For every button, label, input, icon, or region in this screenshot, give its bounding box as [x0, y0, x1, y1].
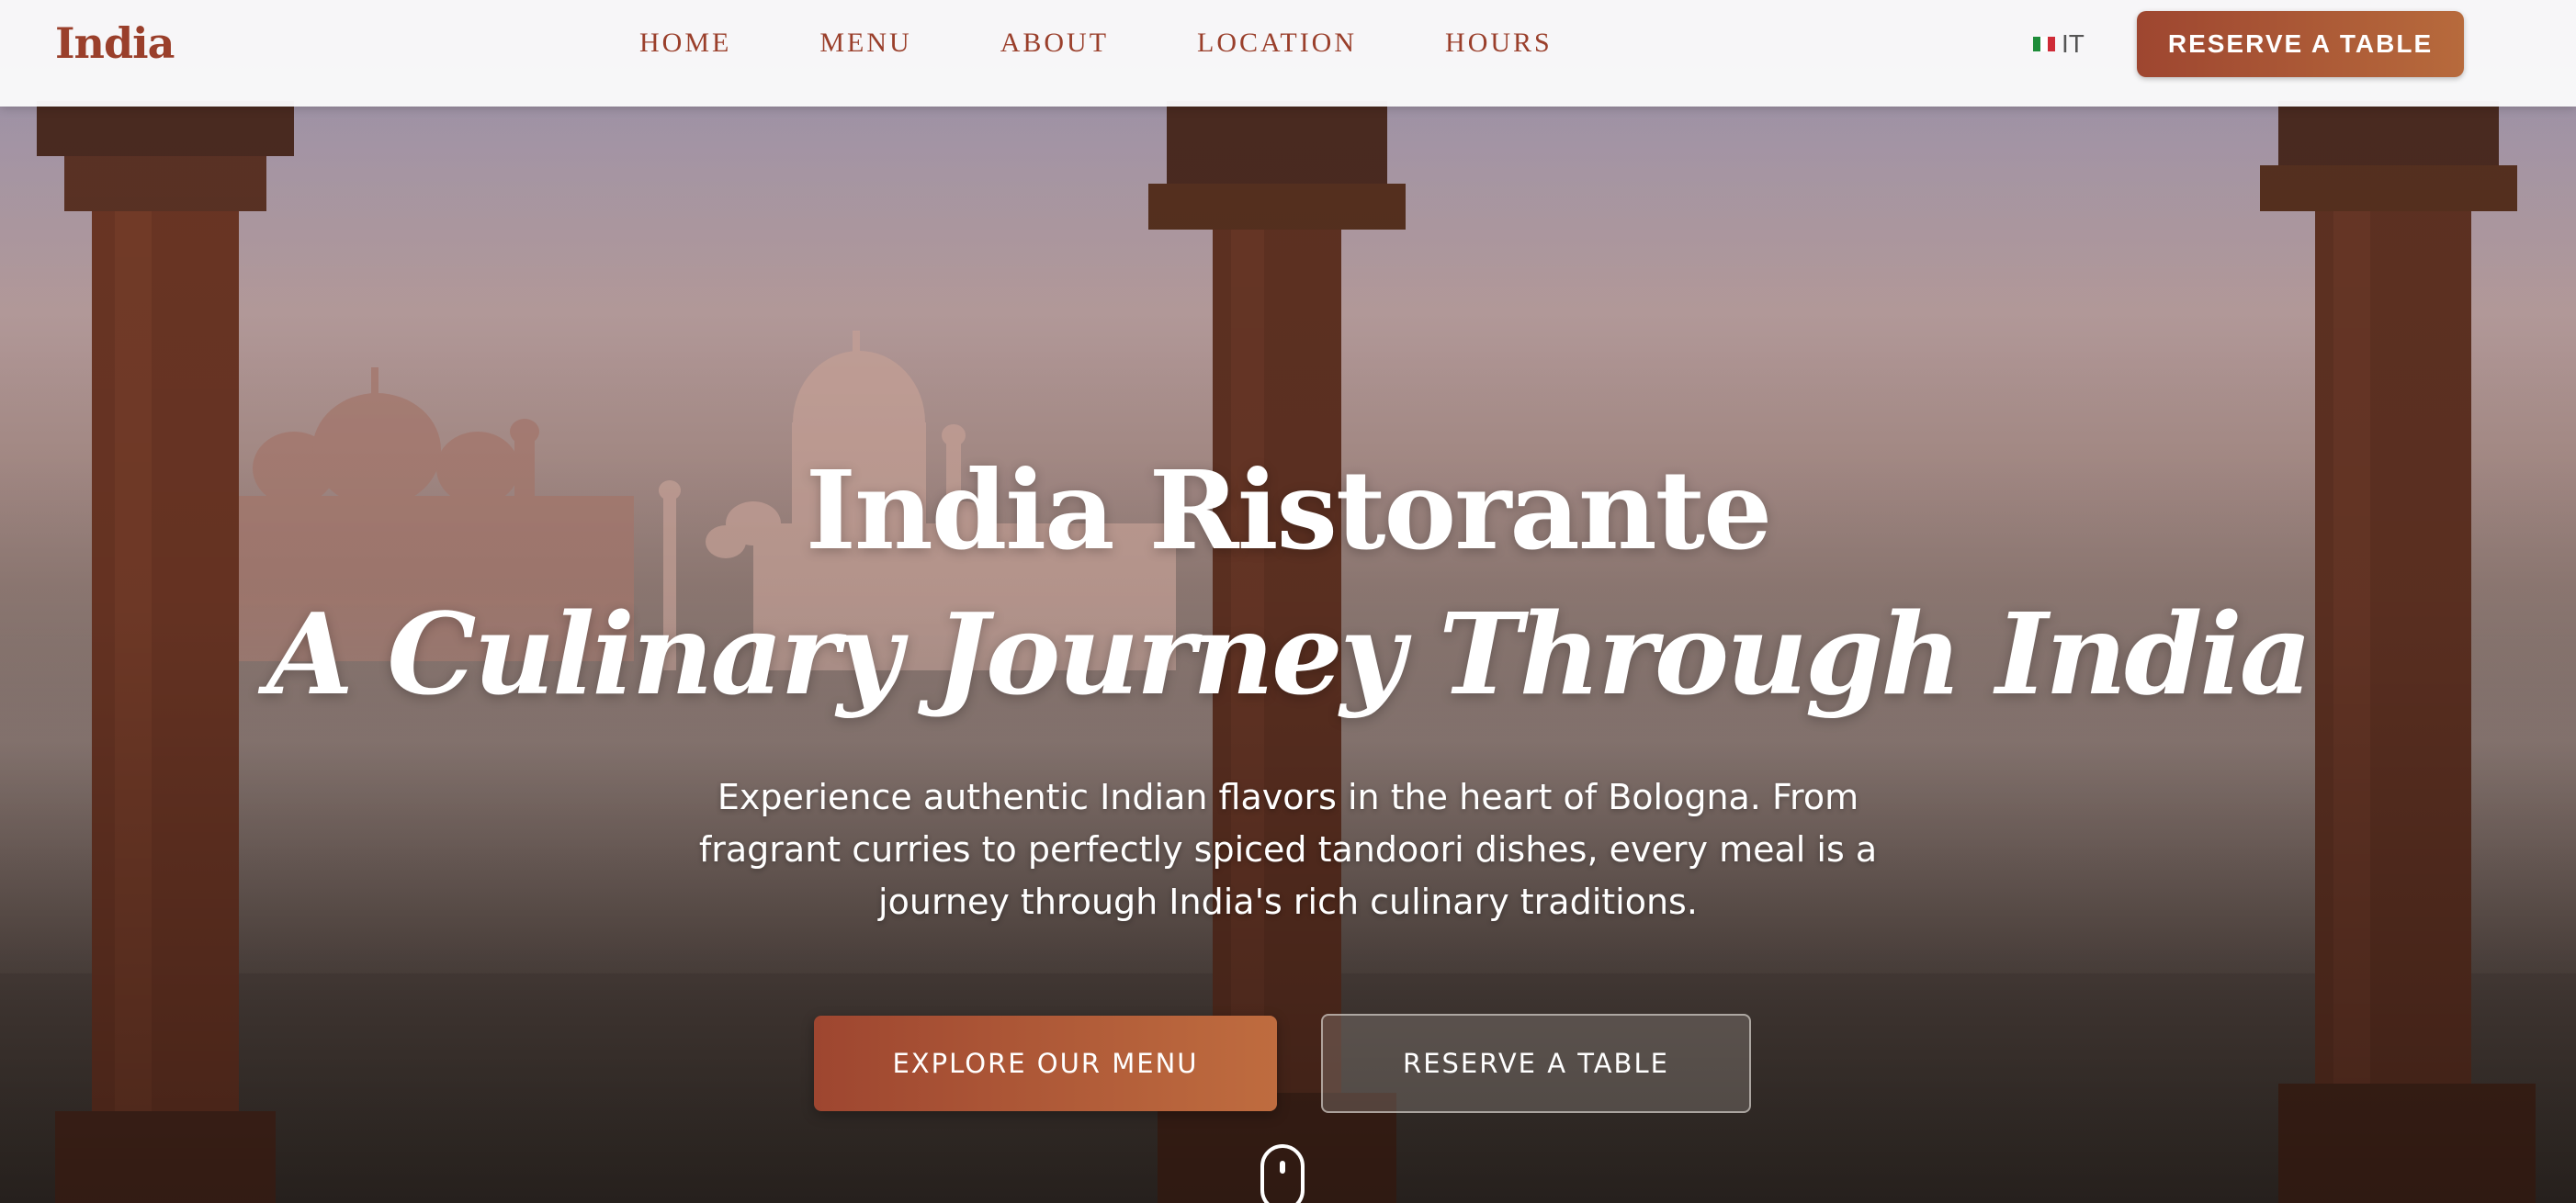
nav-links: HOME MENU ABOUT LOCATION HOURS: [639, 28, 1641, 59]
top-navbar: India HOME MENU ABOUT LOCATION HOURS IT …: [0, 0, 2576, 107]
nav-link-hours[interactable]: HOURS: [1445, 28, 1553, 59]
nav-link-home[interactable]: HOME: [639, 28, 731, 59]
nav-link-about[interactable]: ABOUT: [1000, 28, 1109, 59]
hero-description: Experience authentic Indian flavors in t…: [698, 777, 1878, 922]
hero-title: India Ristorante: [805, 446, 1772, 574]
explore-menu-button[interactable]: EXPLORE OUR MENU: [814, 1016, 1277, 1111]
hero-subtitle: A Culinary Journey Through India: [266, 588, 2312, 720]
reserve-table-nav-button[interactable]: RESERVE A TABLE: [2137, 11, 2464, 77]
nav-link-menu[interactable]: MENU: [819, 28, 911, 59]
scroll-wheel-dot: [1280, 1161, 1285, 1174]
brand-logo[interactable]: India: [55, 18, 175, 68]
language-switcher[interactable]: IT: [2033, 29, 2085, 59]
language-label: IT: [2062, 29, 2085, 58]
reserve-table-hero-button[interactable]: RESERVE A TABLE: [1321, 1014, 1751, 1113]
mouse-scroll-icon[interactable]: [1260, 1144, 1305, 1203]
nav-link-location[interactable]: LOCATION: [1197, 28, 1357, 59]
italy-flag-icon: [2033, 37, 2055, 51]
